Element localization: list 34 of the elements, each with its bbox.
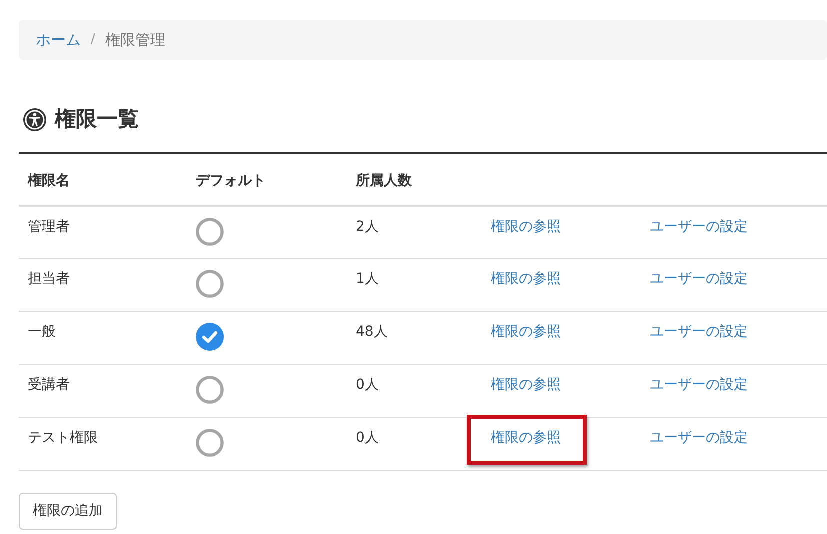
view-permission-link[interactable]: 権限の参照 — [491, 271, 561, 287]
accessibility-icon — [23, 108, 47, 132]
breadcrumb-link[interactable]: ホーム — [36, 28, 81, 52]
radio-icon[interactable] — [196, 218, 224, 246]
radio-icon[interactable] — [196, 376, 224, 404]
breadcrumb-separator: / — [91, 31, 96, 50]
column-header: 権限名 — [28, 172, 70, 188]
add-button[interactable]: 権限の追加 — [19, 493, 117, 530]
view-permission-link[interactable]: 権限の参照 — [491, 430, 561, 446]
breadcrumb-current: 権限管理 — [105, 30, 166, 51]
role-name: 担当者 — [28, 271, 70, 287]
radio-icon[interactable] — [196, 270, 224, 298]
role-name: 管理者 — [28, 218, 70, 234]
member-count: 48人 — [356, 324, 388, 340]
member-count: 1人 — [356, 271, 379, 287]
user-settings-link[interactable]: ユーザーの設定 — [650, 218, 748, 234]
view-permission-link[interactable]: 権限の参照 — [491, 324, 561, 340]
member-count: 0人 — [356, 377, 379, 393]
member-count: 0人 — [356, 430, 379, 446]
user-settings-link[interactable]: ユーザーの設定 — [650, 377, 748, 393]
section-title: 権限一覧 — [55, 106, 139, 133]
user-settings-link[interactable]: ユーザーの設定 — [650, 271, 748, 287]
member-count: 2人 — [356, 218, 379, 234]
user-settings-link[interactable]: ユーザーの設定 — [650, 324, 748, 340]
view-permission-link[interactable]: 権限の参照 — [491, 218, 561, 234]
role-name: 一般 — [28, 324, 56, 340]
column-header: デフォルト — [196, 172, 266, 188]
view-permission-link[interactable]: 権限の参照 — [491, 377, 561, 393]
checked-radio-icon[interactable] — [196, 323, 224, 351]
role-name: テスト権限 — [28, 430, 98, 446]
radio-icon[interactable] — [196, 429, 224, 457]
user-settings-link[interactable]: ユーザーの設定 — [650, 430, 748, 446]
role-name: 受講者 — [28, 377, 70, 393]
column-header: 所属人数 — [356, 172, 412, 188]
